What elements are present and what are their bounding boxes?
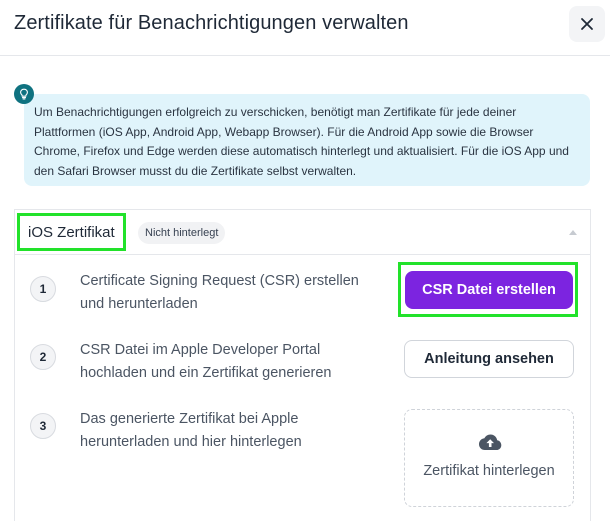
step-number-2: 2	[30, 344, 56, 370]
cloud-upload-icon	[479, 434, 502, 450]
step-number-1: 1	[30, 276, 56, 302]
chevron-up-icon[interactable]	[568, 228, 578, 236]
ios-panel-header[interactable]: iOS Zertifikat Nicht hinterlegt	[15, 210, 590, 255]
ios-section-title: iOS Zertifikat	[17, 213, 126, 251]
close-button[interactable]	[569, 6, 605, 42]
certificate-upload-zone[interactable]: Zertifikat hinterlegen	[404, 409, 574, 507]
view-guide-button[interactable]: Anleitung ansehen	[404, 340, 574, 378]
info-box: Um Benachrichtigungen erfolgreich zu ver…	[24, 94, 590, 186]
close-icon	[581, 18, 593, 30]
upload-label: Zertifikat hinterlegen	[423, 463, 555, 479]
lightbulb-icon	[14, 84, 34, 104]
step-text-1: Certificate Signing Request (CSR) erstel…	[80, 273, 359, 312]
step-text-3: Das generierte Zertifikat bei Apple heru…	[80, 411, 302, 450]
status-badge: Nicht hinterlegt	[138, 222, 226, 244]
create-csr-button[interactable]: CSR Datei erstellen	[405, 271, 573, 309]
step-number-3: 3	[30, 413, 56, 439]
modal-header: Zertifikate für Benachrichtigungen verwa…	[0, 0, 610, 56]
modal-title: Zertifikate für Benachrichtigungen verwa…	[14, 12, 409, 34]
step-text-2: CSR Datei im Apple Developer Portal hoch…	[80, 342, 332, 381]
